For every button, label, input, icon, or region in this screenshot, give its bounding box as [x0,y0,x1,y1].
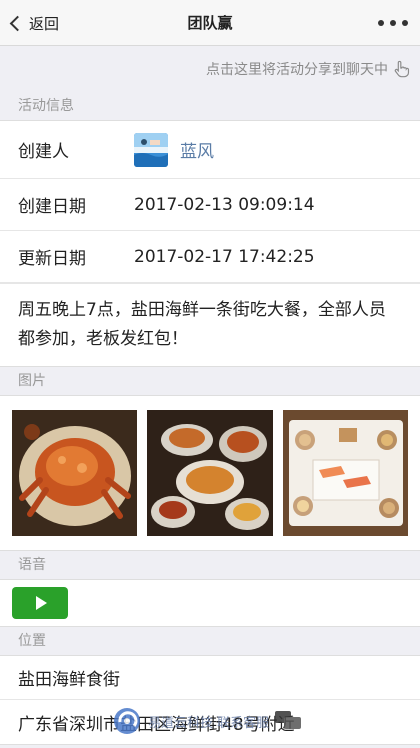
pointing-hand-icon [394,60,410,78]
location-address[interactable]: 广东省深圳市盐田区海鲜街48号附近 [0,700,420,744]
share-hint-text: 点击这里将活动分享到聊天中 [206,62,388,78]
page-title: 团队赢 [187,14,233,32]
voice-player [0,580,420,626]
photo-list [0,396,420,550]
ellipsis-icon-dot [402,20,408,26]
more-button[interactable] [378,0,408,46]
location-name[interactable]: 盐田海鲜食街 [0,656,420,700]
chevron-left-icon [9,15,26,31]
location-section-label: 位置 [18,633,46,649]
crab-dish-photo[interactable] [12,410,138,536]
creator-row: 创建人 蓝风 [0,121,420,179]
created-date-row: 创建日期 2017-02-13 09:09:14 [0,179,420,231]
ellipsis-icon [378,20,384,26]
updated-date-key: 更新日期 [18,249,86,269]
navbar: 返回 团队赢 [0,0,420,46]
seafood-feast-photo[interactable] [147,410,273,536]
play-icon [36,596,47,610]
share-hint[interactable]: 点击这里将活动分享到聊天中 [0,46,420,92]
voice-group [0,579,420,627]
sashimi-set-photo[interactable] [282,410,408,536]
photos-group [0,395,420,551]
avatar[interactable] [134,132,168,167]
creator-name-link[interactable]: 蓝风 [180,137,214,162]
updated-date-row: 更新日期 2017-02-17 17:42:25 [0,231,420,283]
back-label: 返回 [29,14,60,33]
play-voice-button[interactable] [12,587,68,619]
ellipsis-icon-dot [390,20,396,26]
location-group: 盐田海鲜食街 广东省深圳市盐田区海鲜街48号附近 [0,655,420,745]
activity-info-group: 创建人 蓝风 创建日期 2017-02-13 09:09:14 更新日期 201… [0,120,420,367]
photos-section-label: 图片 [18,373,46,389]
creator-key: 创建人 [18,142,69,162]
created-date-key: 创建日期 [18,197,86,217]
activity-section-label: 活动信息 [18,98,74,114]
created-date-value: 2017-02-13 09:09:14 [134,194,315,215]
back-button[interactable]: 返回 [8,0,59,46]
activity-description: 周五晚上7点，盐田海鲜一条街吃大餐，全部人员都参加，老板发红包！ [0,283,420,366]
updated-date-value: 2017-02-17 17:42:25 [134,246,315,267]
voice-section-label: 语音 [18,557,46,573]
